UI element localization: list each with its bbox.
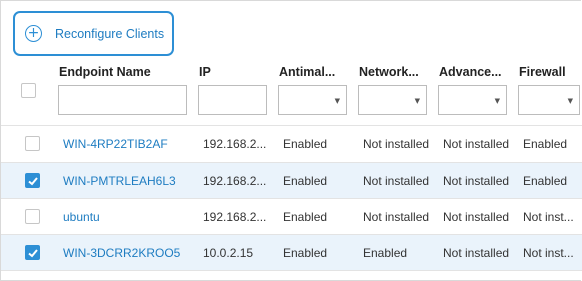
checkmark-icon <box>28 249 38 258</box>
advanced-filter-select[interactable]: ▼ <box>438 85 507 115</box>
network-filter-select[interactable]: ▼ <box>358 85 427 115</box>
antimalware-cell: Enabled <box>283 210 328 224</box>
row-checkbox[interactable] <box>25 173 40 188</box>
row-checkbox[interactable] <box>25 209 40 224</box>
ip-cell: 192.168.2... <box>203 174 267 188</box>
endpoint-name-link[interactable]: WIN-PMTRLEAH6L3 <box>63 174 176 188</box>
ip-cell: 192.168.2... <box>203 137 267 151</box>
column-header-antimalware[interactable]: Antimal... <box>279 65 335 79</box>
table-row[interactable]: ubuntu 192.168.2... Enabled Not installe… <box>1 199 582 235</box>
plus-circle-icon: + <box>25 25 42 42</box>
chevron-down-icon: ▼ <box>567 97 573 105</box>
antimalware-cell: Enabled <box>283 246 328 260</box>
column-header-ip[interactable]: IP <box>199 65 211 79</box>
firewall-cell: Enabled <box>523 174 568 188</box>
ip-filter-input[interactable] <box>198 85 267 115</box>
ip-cell: 10.0.2.15 <box>203 246 254 260</box>
advanced-cell: Not installed <box>443 246 510 260</box>
chevron-down-icon: ▼ <box>334 97 340 105</box>
row-checkbox[interactable] <box>25 245 40 260</box>
column-header-endpoint-name[interactable]: Endpoint Name <box>59 65 151 79</box>
row-checkbox[interactable] <box>25 136 40 151</box>
table-row[interactable]: WIN-4RP22TIB2AF 192.168.2... Enabled Not… <box>1 126 582 162</box>
antimalware-cell: Enabled <box>283 137 328 151</box>
endpoint-name-link[interactable]: WIN-4RP22TIB2AF <box>63 137 168 151</box>
endpoint-name-filter-input[interactable] <box>58 85 187 115</box>
chevron-down-icon: ▼ <box>494 97 500 105</box>
table-row[interactable]: WIN-PMTRLEAH6L3 192.168.2... Enabled Not… <box>1 163 582 199</box>
firewall-cell: Enabled <box>523 137 568 151</box>
network-cell: Not installed <box>363 137 430 151</box>
advanced-cell: Not installed <box>443 137 510 151</box>
column-header-firewall[interactable]: Firewall <box>519 65 566 79</box>
checkmark-icon <box>28 177 38 186</box>
column-header-network[interactable]: Network... <box>359 65 419 79</box>
row-divider <box>1 270 582 271</box>
network-cell: Enabled <box>363 246 408 260</box>
endpoint-name-link[interactable]: WIN-3DCRR2KROO5 <box>63 246 180 260</box>
advanced-cell: Not installed <box>443 174 510 188</box>
ip-cell: 192.168.2... <box>203 210 267 224</box>
antimalware-cell: Enabled <box>283 174 328 188</box>
column-header-advanced[interactable]: Advance... <box>439 65 502 79</box>
network-cell: Not installed <box>363 210 430 224</box>
select-all-checkbox[interactable] <box>21 83 36 98</box>
chevron-down-icon: ▼ <box>414 97 420 105</box>
endpoint-name-link[interactable]: ubuntu <box>63 210 100 224</box>
network-cell: Not installed <box>363 174 430 188</box>
firewall-filter-select[interactable]: ▼ <box>518 85 580 115</box>
advanced-cell: Not installed <box>443 210 510 224</box>
antimalware-filter-select[interactable]: ▼ <box>278 85 347 115</box>
table-row[interactable]: WIN-3DCRR2KROO5 10.0.2.15 Enabled Enable… <box>1 235 582 271</box>
vertical-scrollbar[interactable] <box>567 125 582 281</box>
reconfigure-clients-button[interactable]: + Reconfigure Clients <box>13 11 174 56</box>
reconfigure-clients-label: Reconfigure Clients <box>55 26 165 41</box>
